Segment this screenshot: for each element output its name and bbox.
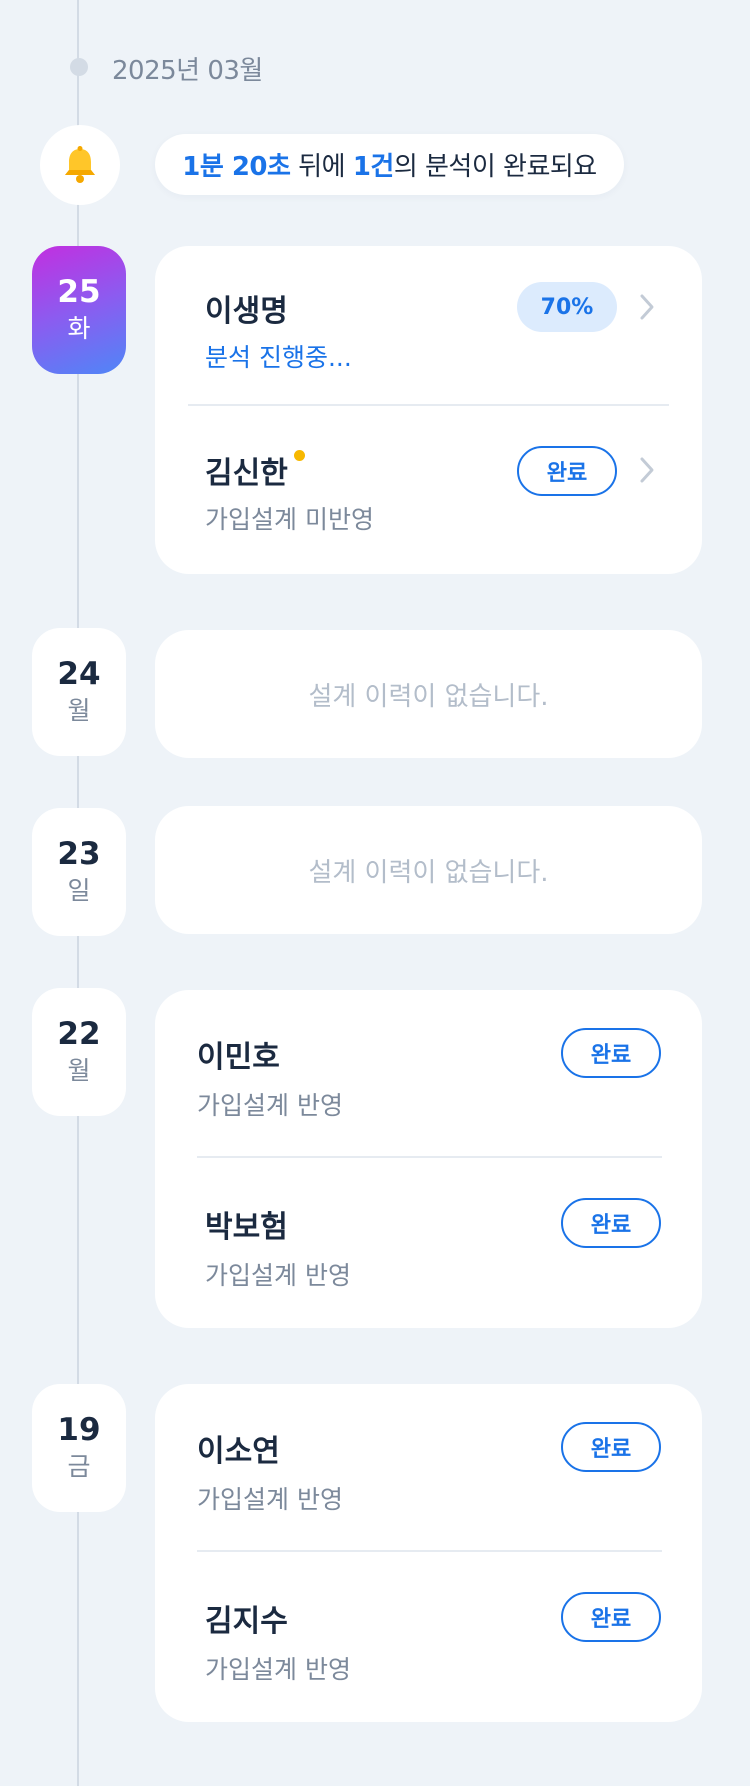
empty-message: 설계 이력이 없습니다. xyxy=(308,857,549,888)
date-badge-19: 19 금 xyxy=(32,1384,126,1512)
date-badge-23: 23 일 xyxy=(32,808,126,936)
status-badge: 완료 xyxy=(517,446,617,496)
empty-day-card: 설계 이력이 없습니다. xyxy=(155,806,702,934)
status-badge: 완료 xyxy=(561,1592,661,1642)
date-badge-24: 24 월 xyxy=(32,628,126,756)
analysis-status: 분석 진행중... xyxy=(205,343,352,372)
chevron-right-icon[interactable] xyxy=(636,455,658,485)
notice-text: 의 분석이 완료되요 xyxy=(393,152,597,182)
date-badge-25: 25 화 xyxy=(32,246,126,374)
customer-name: 이소연 xyxy=(197,1434,280,1469)
design-status: 가입설계 반영 xyxy=(205,1655,351,1684)
date-badge-22: 22 월 xyxy=(32,988,126,1116)
date-weekday: 금 xyxy=(67,1452,91,1482)
empty-day-card: 설계 이력이 없습니다. xyxy=(155,630,702,758)
customer-name: 김지수 xyxy=(205,1604,288,1639)
divider xyxy=(188,404,669,406)
customer-name: 박보험 xyxy=(205,1210,288,1245)
divider xyxy=(197,1550,662,1552)
day-card: 이생명 분석 진행중... 70% 김신한 가입설계 미반영 완료 xyxy=(155,246,702,574)
empty-message: 설계 이력이 없습니다. xyxy=(308,681,549,712)
day-card: 이소연 가입설계 반영 완료 김지수 가입설계 반영 완료 xyxy=(155,1384,702,1722)
status-badge: 완료 xyxy=(561,1422,661,1472)
analysis-notice: 1분 20초 뒤에 1건 의 분석이 완료되요 xyxy=(155,134,624,195)
date-day: 19 xyxy=(57,1412,101,1449)
status-badge: 완료 xyxy=(561,1198,661,1248)
notice-text: 뒤에 xyxy=(290,152,353,182)
divider xyxy=(197,1156,662,1158)
date-weekday: 월 xyxy=(67,1056,91,1086)
status-badge: 완료 xyxy=(561,1028,661,1078)
date-weekday: 월 xyxy=(67,696,91,726)
date-day: 22 xyxy=(57,1016,101,1053)
day-card: 이민호 가입설계 반영 완료 박보험 가입설계 반영 완료 xyxy=(155,990,702,1328)
design-status: 가입설계 미반영 xyxy=(205,505,374,534)
customer-name: 이민호 xyxy=(197,1040,280,1075)
design-status: 가입설계 반영 xyxy=(197,1091,343,1120)
design-status: 가입설계 반영 xyxy=(205,1261,351,1290)
timeline-dot xyxy=(70,58,88,76)
notice-count: 1건 xyxy=(352,152,395,182)
date-day: 23 xyxy=(57,836,101,873)
notification-bell xyxy=(40,125,120,205)
customer-name: 김신한 xyxy=(205,456,288,491)
month-label: 2025년 03월 xyxy=(112,56,263,86)
progress-badge: 70% xyxy=(517,282,617,332)
bell-icon xyxy=(65,146,95,183)
new-indicator-dot xyxy=(294,450,305,461)
design-status: 가입설계 반영 xyxy=(197,1485,343,1514)
date-weekday: 일 xyxy=(67,876,91,906)
date-weekday: 화 xyxy=(67,314,91,344)
customer-name: 이생명 xyxy=(205,294,288,329)
date-day: 24 xyxy=(57,656,101,693)
notice-time: 1분 20초 xyxy=(182,152,291,182)
date-day: 25 xyxy=(57,274,101,311)
chevron-right-icon[interactable] xyxy=(636,292,658,322)
